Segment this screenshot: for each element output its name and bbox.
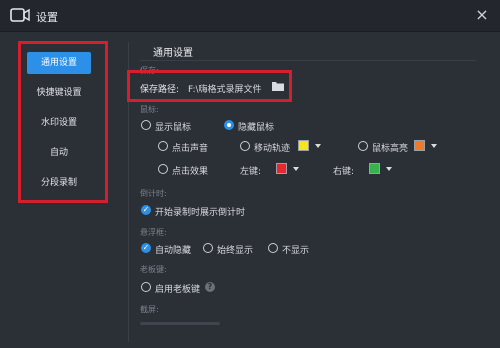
screenshot-group-label: 截屏: [140,305,159,314]
chevron-down-icon[interactable] [431,144,437,148]
help-icon[interactable]: ? [205,282,215,292]
sidebar-item-segment-record[interactable]: 分段录制 [27,172,91,194]
window-title: 设置 [36,11,58,24]
close-button[interactable]: × [474,7,490,24]
countdown-label: 开始录制时展示倒计时 [155,208,246,218]
screenshot-option-cutoff [140,322,220,325]
click-effect-radio[interactable] [158,164,168,174]
cursor-highlight-label: 鼠标高亮 [372,144,409,154]
cursor-highlight-radio[interactable] [358,141,368,151]
chevron-down-icon[interactable] [315,144,321,148]
always-show-radio[interactable] [203,243,213,253]
boss-key-label: 启用老板键 [155,285,201,295]
countdown-group-label: 倒计时: [140,189,167,198]
hide-cursor-radio[interactable] [224,120,234,130]
move-track-radio[interactable] [240,141,250,151]
click-sound-label: 点击声音 [172,144,209,154]
sidebar-item-hotkeys[interactable]: 快捷键设置 [27,82,91,104]
no-show-label: 不显示 [282,246,310,256]
save-path-value: F:\嗨格式录屏文件 [188,85,262,95]
no-show-radio[interactable] [268,243,278,253]
click-effect-label: 点击效果 [172,167,209,177]
section-separator [140,60,476,61]
hide-cursor-label: 隐藏鼠标 [238,123,275,133]
auto-hide-radio[interactable]: ✓ [141,243,151,253]
show-cursor-label: 显示鼠标 [155,123,192,133]
sidebar: 通用设置 快捷键设置 水印设置 自动 分段录制 [18,41,108,203]
section-title: 通用设置 [153,48,193,59]
float-group-label: 悬浮框: [140,228,167,237]
left-key-label: 左键: [240,167,262,177]
chevron-down-icon[interactable] [293,167,299,171]
auto-hide-label: 自动隐藏 [155,246,192,256]
show-cursor-radio[interactable] [141,120,151,130]
track-color-swatch[interactable] [298,140,309,151]
title-bar: 设置 × [0,0,500,32]
video-camera-icon [10,8,30,22]
sidebar-item-general[interactable]: 通用设置 [27,52,91,74]
chevron-down-icon[interactable] [386,167,392,171]
move-track-label: 移动轨迹 [254,144,291,154]
boss-key-checkbox[interactable] [141,282,151,292]
mouse-group-label: 鼠标: [140,105,159,114]
always-show-label: 始终显示 [217,246,254,256]
sidebar-item-auto[interactable]: 自动 [27,142,91,164]
right-key-label: 右键: [333,167,355,177]
highlight-color-swatch[interactable] [414,140,425,151]
sidebar-item-watermark[interactable]: 水印设置 [27,112,91,134]
boss-key-group-label: 老板键: [140,265,167,274]
save-path-label: 保存路径: [140,85,180,95]
click-sound-radio[interactable] [158,141,168,151]
right-key-color-swatch[interactable] [369,163,380,174]
left-key-color-swatch[interactable] [276,163,287,174]
countdown-checkbox[interactable]: ✓ [141,205,151,215]
folder-icon[interactable] [272,81,284,91]
